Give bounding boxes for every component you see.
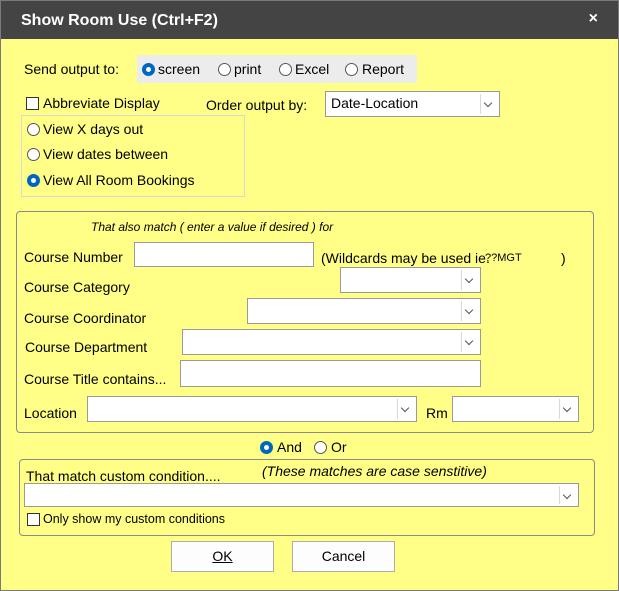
course-department-label: Course Department <box>25 339 148 355</box>
view-dates-between-label[interactable]: View dates between <box>43 146 168 162</box>
course-category-select[interactable] <box>340 267 481 293</box>
chevron-down-icon[interactable] <box>397 399 414 419</box>
cancel-button[interactable]: Cancel <box>292 541 395 572</box>
view-all-bookings-radio[interactable] <box>27 174 40 187</box>
view-days-out-radio[interactable] <box>27 123 40 136</box>
window-title: Show Room Use (Ctrl+F2) <box>21 12 218 29</box>
custom-condition-label: That match custom condition.... <box>26 468 221 484</box>
chevron-down-icon[interactable] <box>461 270 478 290</box>
view-dates-between-radio[interactable] <box>27 148 40 161</box>
only-custom-checkbox[interactable] <box>27 513 40 526</box>
output-report-radio[interactable] <box>345 63 358 76</box>
room-select[interactable] <box>452 396 579 422</box>
order-output-label: Order output by: <box>206 97 308 113</box>
course-coordinator-select[interactable] <box>247 298 481 324</box>
chevron-down-icon[interactable] <box>559 399 576 419</box>
chevron-down-icon[interactable] <box>559 486 576 504</box>
course-title-label: Course Title contains... <box>24 371 167 387</box>
abbreviate-label[interactable]: Abbreviate Display <box>43 95 160 111</box>
logic-and-radio[interactable] <box>260 441 273 454</box>
output-excel-radio[interactable] <box>279 63 292 76</box>
ok-button[interactable]: OK <box>171 541 274 572</box>
wildcard-hint-close: ) <box>561 250 566 266</box>
order-output-select[interactable]: Date-Location <box>325 91 500 117</box>
view-days-out-label[interactable]: View X days out <box>43 121 143 137</box>
logic-and-label[interactable]: And <box>277 439 302 455</box>
output-report-label[interactable]: Report <box>362 61 404 77</box>
abbreviate-checkbox[interactable] <box>26 97 39 110</box>
output-print-radio[interactable] <box>218 63 231 76</box>
chevron-down-icon[interactable] <box>480 94 497 114</box>
output-screen-radio[interactable] <box>142 63 155 76</box>
course-coordinator-label: Course Coordinator <box>24 310 147 326</box>
wildcard-hint: (Wildcards may be used ie. <box>321 250 490 266</box>
chevron-down-icon[interactable] <box>461 301 478 321</box>
order-output-value: Date-Location <box>331 95 419 111</box>
logic-or-radio[interactable] <box>314 441 327 454</box>
course-title-input[interactable] <box>180 360 481 387</box>
course-department-select[interactable] <box>182 329 481 355</box>
close-icon[interactable]: × <box>589 10 598 28</box>
wildcard-example: ??MGT <box>485 252 522 264</box>
show-room-use-dialog: Show Room Use (Ctrl+F2) × Send output to… <box>0 0 619 591</box>
case-sensitive-note: (These matches are case senstitive) <box>262 463 487 479</box>
output-screen-label[interactable]: screen <box>158 61 200 77</box>
logic-or-label[interactable]: Or <box>331 439 347 455</box>
location-select[interactable] <box>87 396 417 422</box>
send-output-label: Send output to: <box>24 61 119 77</box>
location-label: Location <box>24 405 77 421</box>
output-excel-label[interactable]: Excel <box>295 61 329 77</box>
course-number-input[interactable] <box>134 242 314 267</box>
title-bar: Show Room Use (Ctrl+F2) × <box>1 1 618 39</box>
output-print-label[interactable]: print <box>234 61 261 77</box>
course-category-label: Course Category <box>24 279 130 295</box>
view-all-bookings-label[interactable]: View All Room Bookings <box>43 172 194 188</box>
course-number-label: Course Number <box>24 249 123 265</box>
custom-condition-select[interactable] <box>24 483 579 507</box>
chevron-down-icon[interactable] <box>461 332 478 352</box>
only-custom-label[interactable]: Only show my custom conditions <box>43 512 225 526</box>
match-heading: That also match ( enter a value if desir… <box>91 220 334 234</box>
room-label: Rm <box>426 405 448 421</box>
